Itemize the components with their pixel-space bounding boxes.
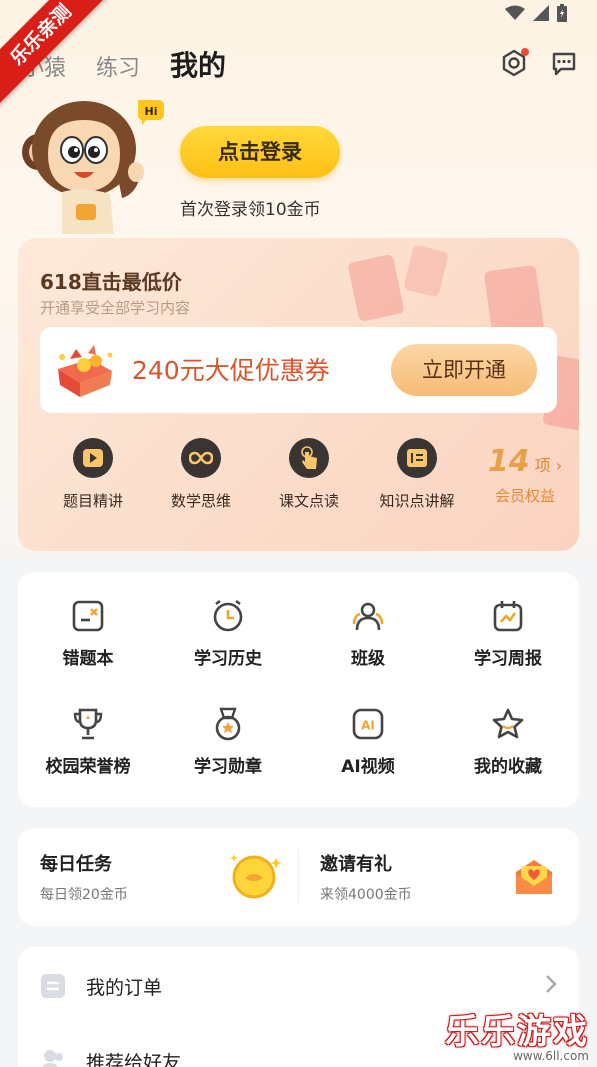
infinity-icon [181,438,221,478]
perk-label: 题目精讲 [62,492,123,510]
perks-count: 14 [487,444,530,479]
task-card: 每日任务 每日领20金币 邀请有礼 来领4000金币 [18,828,579,926]
tool-label: 错题本 [62,649,114,669]
perks-more[interactable]: 14 项 › 会员权益 [480,444,570,506]
trophy-icon [70,706,106,742]
perk-label: 课文点读 [278,492,339,510]
status-bar [505,4,567,22]
tool-label: 校园荣誉榜 [45,757,131,777]
tool-label: 我的收藏 [474,757,542,777]
chat-bubble-icon[interactable] [549,48,579,78]
finger-tap-icon [289,438,329,478]
tool-item[interactable]: AI AI视频 [298,706,438,777]
calendar-chart-icon [490,598,526,634]
perk-label: 数学思维 [170,492,231,510]
order-icon [40,973,66,999]
tool-item[interactable]: 我的收藏 [438,706,578,777]
daily-task[interactable]: 每日任务 每日领20金币 [40,850,128,904]
red-envelope-decoration [347,253,405,323]
mascot-hi-badge: Hi [145,105,158,118]
ai-video-icon: AI [350,706,386,742]
invite-task-title: 邀请有礼 [320,854,392,875]
watermark-logo: 乐乐游戏 www.6ll.com [445,1004,589,1063]
list-item-label: 我的订单 [86,976,163,999]
coupon-banner[interactable]: 240元大促优惠券 立即开通 [40,327,557,413]
tool-label: 班级 [351,649,385,669]
signal-icon [533,5,549,21]
daily-task-sub: 每日领20金币 [40,887,128,903]
login-tip: 首次登录领10金币 [180,200,321,220]
tool-item[interactable]: 校园荣誉榜 [18,706,158,777]
member-perks: 题目精讲 数学思维 课文点读 知识点讲解 14 项 › 会员权益 [18,438,579,528]
tab-practice[interactable]: 练习 [96,50,140,82]
perk-item[interactable]: 数学思维 [147,438,255,511]
divider [298,850,299,902]
perk-item[interactable]: 题目精讲 [39,438,147,511]
login-button[interactable]: 点击登录 [180,126,340,178]
red-envelope-decoration [402,244,450,298]
tools-grid: 错题本 学习历史 班级 学习周报 校园荣誉榜 学习勋章 AI AI视频 我的收藏 [18,572,579,807]
monkey-mascot-icon: Hi [18,94,168,239]
vip-title: 618直击最低价 [40,270,182,294]
vip-card[interactable]: 618直击最低价 开通享受全部学习内容 240元大促优惠券 立即开通 题目精讲 … [18,238,579,551]
gold-coin-icon [226,850,286,906]
tool-label: 学习勋章 [194,757,262,777]
notification-dot [521,48,529,56]
tool-item[interactable]: 学习勋章 [158,706,298,777]
chevron-right-icon: › [550,456,563,475]
play-icon [73,438,113,478]
tool-item[interactable]: 错题本 [18,598,158,669]
chevron-right-icon [545,974,557,998]
tab-mine[interactable]: 我的 [170,44,226,84]
tool-label: 学习历史 [194,649,262,669]
settings-camera-icon[interactable] [499,48,529,78]
tool-label: 学习周报 [474,649,542,669]
wrong-book-icon [70,598,106,634]
vip-subtitle: 开通享受全部学习内容 [40,299,191,317]
perks-unit: 项 [534,456,551,475]
invite-task-sub: 来领4000金币 [320,887,412,903]
list-item-label: 推荐给好友 [86,1051,182,1067]
book-icon [397,438,437,478]
perk-item[interactable]: 知识点讲解 [363,438,471,511]
tool-item[interactable]: 学习周报 [438,598,578,669]
gift-box-icon [50,339,120,399]
svg-text:AI: AI [361,719,375,733]
wifi-icon [505,5,525,20]
list-item-orders[interactable]: 我的订单 [40,966,557,1006]
medal-icon [210,706,246,742]
perk-item[interactable]: 课文点读 [255,438,363,511]
header-actions [499,48,579,78]
tool-label: AI视频 [341,757,395,777]
star-icon [490,706,526,742]
clock-icon [210,598,246,634]
daily-task-title: 每日任务 [40,854,112,875]
coupon-text: 240元大促优惠券 [132,356,330,385]
friends-icon [40,1048,66,1067]
perk-label: 知识点讲解 [379,492,455,510]
watermark-title: 乐乐游戏 [445,1012,589,1052]
perks-more-label: 会员权益 [494,487,555,505]
class-people-icon [350,598,386,634]
invite-task[interactable]: 邀请有礼 来领4000金币 [320,850,412,904]
open-membership-button[interactable]: 立即开通 [391,344,537,396]
gift-envelope-icon [510,852,558,904]
battery-icon [557,4,567,22]
tool-item[interactable]: 班级 [298,598,438,669]
tool-item[interactable]: 学习历史 [158,598,298,669]
